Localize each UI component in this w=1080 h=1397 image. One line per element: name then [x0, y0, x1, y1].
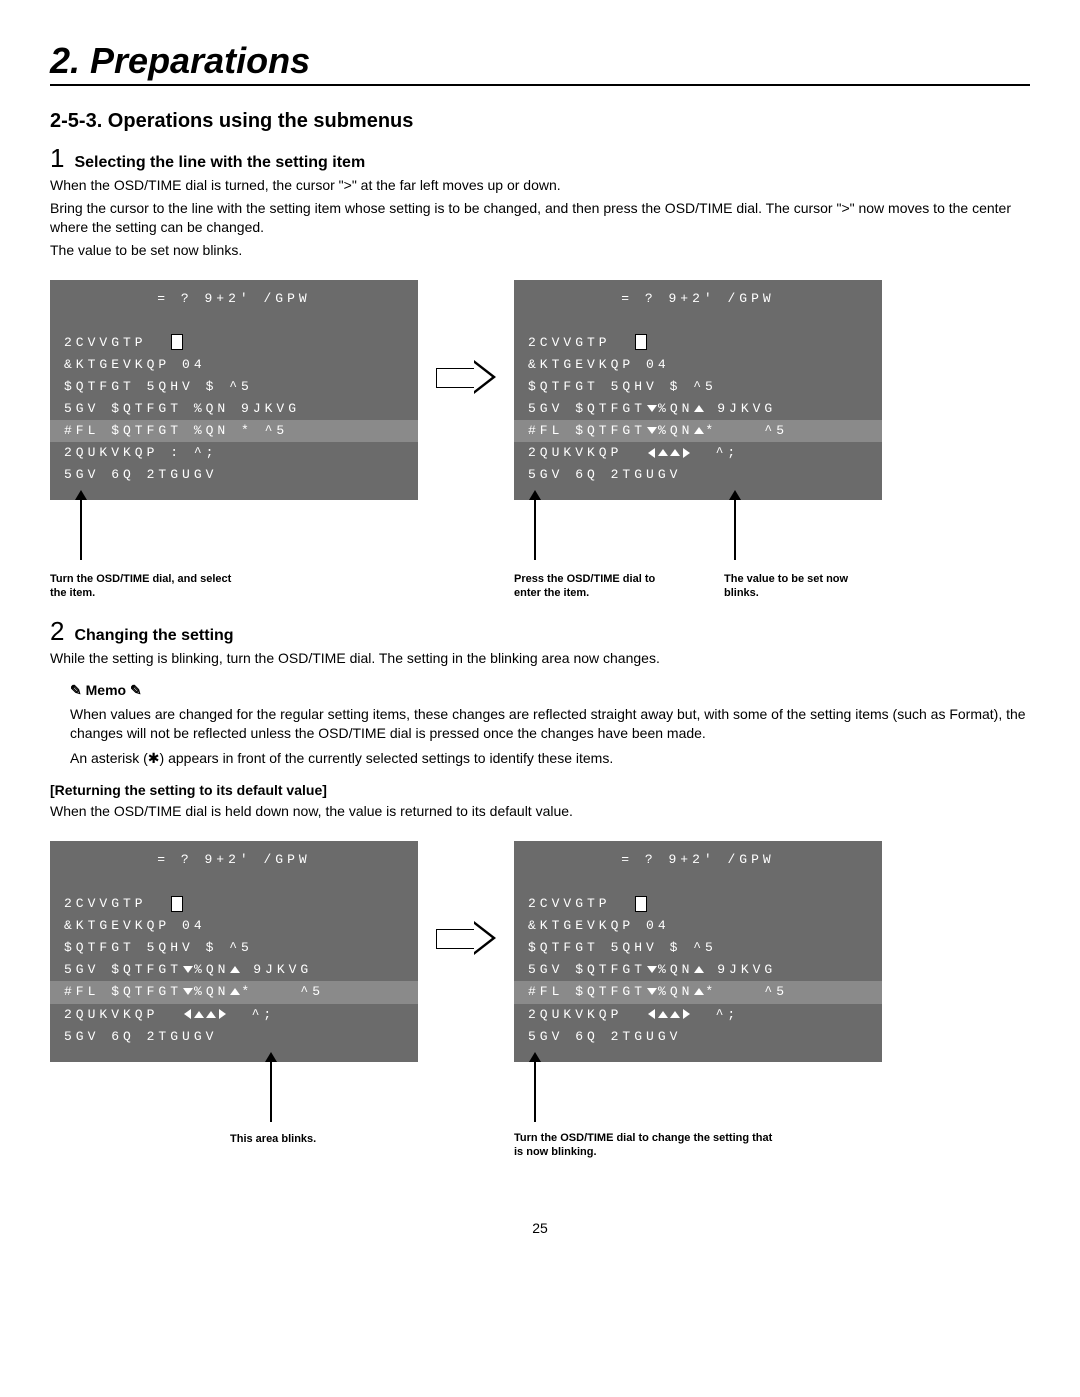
cursor-left-icon	[648, 448, 655, 458]
triangle-down-icon	[647, 966, 657, 973]
arrow-up-icon	[534, 500, 536, 560]
triangle-up-icon	[658, 449, 668, 456]
triangle-up-icon	[670, 1011, 680, 1018]
memo-para-2: An asterisk (✱) appears in front of the …	[70, 749, 1030, 768]
osd-screen-2-right: = ? 9+2' /GPW 2CVVGTP &KTGEVKQP 04 $QTFG…	[514, 841, 882, 1062]
osd-line: $QTFGT 5QHV $ ^5	[64, 937, 404, 959]
osd-line-highlighted: #FL $QTFGT%QN* ^5	[50, 981, 418, 1003]
arrow-right-icon	[436, 280, 496, 394]
arrow-up-icon	[534, 1062, 536, 1122]
arrow-up-icon	[734, 500, 736, 560]
step-2-title: Changing the setting	[74, 627, 233, 645]
osd-line-highlighted: #FL $QTFGT%QN* ^5	[514, 981, 882, 1003]
caption-1b: Press the OSD/TIME dial to enter the ite…	[514, 572, 684, 601]
osd-line: 5GV 6Q 2TGUGV	[64, 464, 404, 486]
triangle-up-icon	[194, 1011, 204, 1018]
triangle-up-icon	[694, 427, 704, 434]
triangle-up-icon	[694, 966, 704, 973]
caption-2b: Turn the OSD/TIME dial to change the set…	[514, 1131, 774, 1160]
osd-line: 2CVVGTP	[64, 896, 147, 911]
caption-1c: The value to be set now blinks.	[724, 572, 884, 601]
cursor-right-icon	[219, 1009, 226, 1019]
osd-title: = ? 9+2' /GPW	[528, 849, 868, 871]
step-2-para-1: While the setting is blinking, turn the …	[50, 649, 1030, 668]
osd-line: 5GV 6Q 2TGUGV	[528, 1026, 868, 1048]
triangle-up-icon	[694, 405, 704, 412]
triangle-down-icon	[647, 405, 657, 412]
osd-title: = ? 9+2' /GPW	[64, 288, 404, 310]
osd-line: 2QUKVKQP ^;	[528, 1004, 868, 1026]
osd-line: 2CVVGTP	[528, 896, 611, 911]
osd-line: 5GV 6Q 2TGUGV	[64, 1026, 404, 1048]
returning-title: [Returning the setting to its default va…	[50, 782, 1030, 798]
returning-para: When the OSD/TIME dial is held down now,…	[50, 802, 1030, 821]
osd-line: 2CVVGTP	[528, 335, 611, 350]
osd-line: 2QUKVKQP : ^;	[64, 442, 404, 464]
osd-line: 2QUKVKQP ^;	[64, 1004, 404, 1026]
cursor-left-icon	[648, 1009, 655, 1019]
osd-screen-1-right: = ? 9+2' /GPW 2CVVGTP &KTGEVKQP 04 $QTFG…	[514, 280, 882, 501]
arrow-right-icon	[436, 841, 496, 955]
arrow-up-icon	[80, 500, 82, 560]
osd-line: &KTGEVKQP 04	[64, 354, 404, 376]
osd-line: &KTGEVKQP 04	[528, 915, 868, 937]
section-title: 2-5-3. Operations using the submenus	[50, 110, 1030, 133]
triangle-down-icon	[183, 966, 193, 973]
triangle-down-icon	[647, 988, 657, 995]
triangle-down-icon	[647, 427, 657, 434]
page-number: 25	[50, 1220, 1030, 1236]
osd-screen-2-left: = ? 9+2' /GPW 2CVVGTP &KTGEVKQP 04 $QTFG…	[50, 841, 418, 1062]
osd-title: = ? 9+2' /GPW	[64, 849, 404, 871]
block-icon	[635, 896, 647, 912]
screens-row-2: = ? 9+2' /GPW 2CVVGTP &KTGEVKQP 04 $QTFG…	[50, 841, 1030, 1062]
screens-row-1: = ? 9+2' /GPW 2CVVGTP &KTGEVKQP 04 $QTFG…	[50, 280, 1030, 501]
cursor-right-icon	[683, 448, 690, 458]
step-1-para-2: Bring the cursor to the line with the se…	[50, 199, 1030, 237]
cursor-right-icon	[683, 1009, 690, 1019]
cursor-left-icon	[184, 1009, 191, 1019]
osd-line: 2QUKVKQP ^;	[528, 442, 868, 464]
triangle-up-icon	[694, 988, 704, 995]
osd-line: 5GV $QTFGT%QN 9JKVG	[64, 959, 404, 981]
step-1-header: 1 Selecting the line with the setting it…	[50, 145, 1030, 172]
block-icon	[171, 334, 183, 350]
block-icon	[635, 334, 647, 350]
osd-line-highlighted: #FL $QTFGT %QN * ^5	[50, 420, 418, 442]
memo-para-1: When values are changed for the regular …	[70, 705, 1030, 743]
triangle-up-icon	[230, 966, 240, 973]
caption-1a: Turn the OSD/TIME dial, and select the i…	[50, 572, 240, 601]
osd-line: 5GV $QTFGT%QN 9JKVG	[528, 959, 868, 981]
osd-line: $QTFGT 5QHV $ ^5	[528, 937, 868, 959]
arrow-up-icon	[270, 1062, 272, 1122]
osd-line: 5GV $QTFGT%QN 9JKVG	[528, 398, 868, 420]
step-2-number: 2	[50, 618, 64, 644]
osd-line: $QTFGT 5QHV $ ^5	[528, 376, 868, 398]
step-1-para-3: The value to be set now blinks.	[50, 241, 1030, 260]
step-1-title: Selecting the line with the setting item	[74, 154, 365, 172]
caption-2a: This area blinks.	[230, 1132, 370, 1146]
triangle-down-icon	[183, 988, 193, 995]
osd-screen-1-left: = ? 9+2' /GPW 2CVVGTP &KTGEVKQP 04 $QTFG…	[50, 280, 418, 501]
triangle-up-icon	[658, 1011, 668, 1018]
memo-title: ✎ Memo ✎	[70, 682, 1030, 699]
osd-line: $QTFGT 5QHV $ ^5	[64, 376, 404, 398]
osd-line: &KTGEVKQP 04	[528, 354, 868, 376]
step-1-number: 1	[50, 145, 64, 171]
triangle-up-icon	[206, 1011, 216, 1018]
step-1-para-1: When the OSD/TIME dial is turned, the cu…	[50, 176, 1030, 195]
memo-box: ✎ Memo ✎ When values are changed for the…	[70, 682, 1030, 768]
osd-line: 5GV 6Q 2TGUGV	[528, 464, 868, 486]
osd-line-highlighted: #FL $QTFGT%QN* ^5	[514, 420, 882, 442]
triangle-up-icon	[670, 449, 680, 456]
osd-line: &KTGEVKQP 04	[64, 915, 404, 937]
triangle-up-icon	[230, 988, 240, 995]
osd-title: = ? 9+2' /GPW	[528, 288, 868, 310]
step-2-header: 2 Changing the setting	[50, 618, 1030, 645]
osd-line: 5GV $QTFGT %QN 9JKVG	[64, 398, 404, 420]
osd-line: 2CVVGTP	[64, 335, 147, 350]
chapter-title: 2. Preparations	[50, 40, 1030, 86]
block-icon	[171, 896, 183, 912]
